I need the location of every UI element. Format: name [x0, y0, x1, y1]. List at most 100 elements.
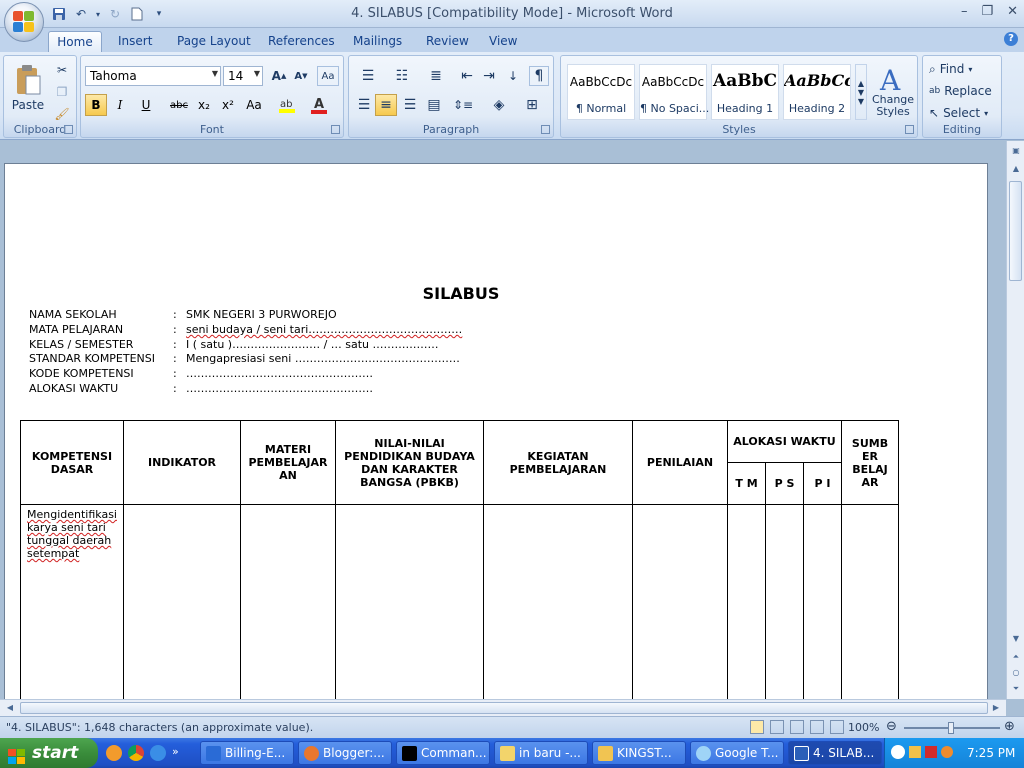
table-cell[interactable]: [803, 504, 842, 699]
underline-button[interactable]: U: [135, 94, 157, 116]
table-cell[interactable]: [240, 504, 336, 699]
font-size-combo[interactable]: 14 ▼: [223, 66, 263, 86]
zoom-level[interactable]: 100%: [848, 721, 879, 734]
header-alokasi-waktu[interactable]: ALOKASI WAKTU: [727, 420, 842, 463]
increase-indent-icon[interactable]: ⇥: [479, 66, 499, 86]
line-spacing-icon[interactable]: ⇕≡: [449, 94, 477, 116]
table-cell[interactable]: [335, 504, 484, 699]
tab-mailings[interactable]: Mailings: [345, 31, 410, 52]
highlight-color-icon[interactable]: ab: [275, 94, 301, 116]
ruler-toggle-icon[interactable]: ▣: [1008, 143, 1024, 159]
tab-insert[interactable]: Insert: [110, 31, 160, 52]
header-sumber-belajar[interactable]: SUMB ER BELAJ AR: [841, 420, 899, 505]
header-nilai-pbkb[interactable]: NILAI-NILAI PENDIDIKAN BUDAYA DAN KARAKT…: [335, 420, 484, 505]
restore-icon[interactable]: ❐: [981, 4, 993, 19]
close-icon[interactable]: ✕: [1007, 4, 1018, 19]
align-center-icon[interactable]: ≡: [375, 94, 397, 116]
table-cell[interactable]: [123, 504, 241, 699]
scroll-up-icon[interactable]: ▲: [1008, 161, 1024, 177]
bullets-icon[interactable]: ☰: [353, 66, 383, 86]
taskbar-item-kingst[interactable]: KINGST...: [592, 741, 686, 765]
clock[interactable]: 7:25 PM: [967, 746, 1015, 760]
header-tm[interactable]: T M: [727, 462, 766, 505]
zoom-slider[interactable]: [904, 722, 1000, 734]
taskbar-item-billing[interactable]: Billing-E...: [200, 741, 294, 765]
bold-button[interactable]: B: [85, 94, 107, 116]
taskbar-item-in-baru[interactable]: in baru -...: [494, 741, 588, 765]
sort-icon[interactable]: ↓: [503, 66, 523, 86]
chevron-right-icon[interactable]: »: [172, 745, 179, 761]
numbering-icon[interactable]: ☷: [387, 66, 417, 86]
style-heading-2[interactable]: AaBbCc Heading 2: [783, 64, 851, 120]
table-cell[interactable]: [841, 504, 899, 699]
tab-page-layout[interactable]: Page Layout: [169, 31, 259, 52]
header-ps[interactable]: P S: [765, 462, 804, 505]
tray-expand-icon[interactable]: [891, 745, 905, 759]
zoom-out-icon[interactable]: ⊖: [886, 719, 897, 734]
superscript-button[interactable]: x²: [217, 94, 239, 116]
vertical-scroll-thumb[interactable]: [1009, 181, 1022, 281]
scroll-left-icon[interactable]: ◀: [2, 700, 18, 716]
change-case-button[interactable]: Aa: [241, 94, 267, 116]
table-cell[interactable]: Mengidentifikasi karya seni tari tunggal…: [20, 504, 124, 699]
table-cell[interactable]: [632, 504, 728, 699]
table-cell[interactable]: [483, 504, 633, 699]
full-screen-reading-icon[interactable]: [770, 720, 784, 734]
font-launcher-icon[interactable]: [331, 125, 340, 134]
styles-launcher-icon[interactable]: [905, 125, 914, 134]
style-heading-1[interactable]: AaBbC Heading 1: [711, 64, 779, 120]
zoom-in-icon[interactable]: ⊕: [1004, 719, 1015, 734]
align-right-icon[interactable]: ☰: [399, 94, 421, 116]
replace-button[interactable]: ab Replace: [929, 82, 992, 100]
outline-icon[interactable]: [810, 720, 824, 734]
next-page-icon[interactable]: ⏷: [1008, 681, 1024, 697]
minimize-icon[interactable]: –: [961, 4, 968, 19]
copy-icon[interactable]: ❐: [54, 84, 70, 100]
taskbar-item-command[interactable]: Comman...: [396, 741, 490, 765]
subscript-button[interactable]: x₂: [193, 94, 215, 116]
draft-icon[interactable]: [830, 720, 844, 734]
format-painter-icon[interactable]: 🖌: [54, 106, 70, 122]
horizontal-scroll-thumb[interactable]: [20, 702, 988, 714]
header-kompetensi-dasar[interactable]: KOMPETENSI DASAR: [20, 420, 124, 505]
ie-icon[interactable]: [150, 745, 166, 761]
align-left-icon[interactable]: ☰: [353, 94, 375, 116]
decrease-indent-icon[interactable]: ⇤: [457, 66, 477, 86]
tab-view[interactable]: View: [481, 31, 525, 52]
scroll-right-icon[interactable]: ▶: [988, 700, 1004, 716]
header-kegiatan[interactable]: KEGIATAN PEMBELAJARAN: [483, 420, 633, 505]
taskbar-item-google-talk[interactable]: Google T...: [690, 741, 784, 765]
chrome-icon[interactable]: [128, 745, 144, 761]
firefox-icon[interactable]: [106, 745, 122, 761]
show-marks-icon[interactable]: ¶: [529, 66, 549, 86]
clear-formatting-icon[interactable]: Aa: [317, 66, 339, 86]
header-penilaian[interactable]: PENILAIAN: [632, 420, 728, 505]
change-styles-button[interactable]: A Change Styles: [871, 60, 915, 122]
justify-icon[interactable]: ▤: [423, 94, 445, 116]
tab-review[interactable]: Review: [418, 31, 477, 52]
horizontal-scrollbar[interactable]: ◀ ▶: [0, 699, 1006, 716]
strikethrough-button[interactable]: abc: [167, 94, 191, 116]
zoom-slider-thumb[interactable]: [948, 722, 954, 734]
office-button[interactable]: [4, 2, 44, 42]
document-page[interactable]: SILABUS NAMA SEKOLAH : SMK NEGERI 3 PURW…: [4, 163, 988, 699]
antivirus-icon[interactable]: [925, 746, 937, 758]
messenger-icon[interactable]: [941, 746, 953, 758]
web-layout-icon[interactable]: [790, 720, 804, 734]
tray-app-icon[interactable]: [909, 746, 921, 758]
shrink-font-icon[interactable]: A ▼: [291, 66, 311, 86]
start-button[interactable]: start: [0, 738, 98, 768]
shading-icon[interactable]: ◈: [485, 94, 513, 116]
italic-button[interactable]: I: [109, 94, 131, 116]
header-pi[interactable]: P I: [803, 462, 842, 505]
cut-icon[interactable]: ✂: [54, 62, 70, 78]
grow-font-icon[interactable]: A ▲: [269, 66, 289, 86]
header-materi[interactable]: MATERI PEMBELAJAR AN: [240, 420, 336, 505]
header-indikator[interactable]: INDIKATOR: [123, 420, 241, 505]
font-color-icon[interactable]: A: [307, 94, 333, 116]
multilevel-list-icon[interactable]: ≣: [421, 66, 451, 86]
borders-icon[interactable]: ⊞: [517, 94, 547, 116]
help-icon[interactable]: ?: [1004, 32, 1018, 46]
select-button[interactable]: ↖ Select ▾: [929, 104, 988, 122]
styles-scroll[interactable]: ▲ ▼ ▼: [855, 64, 867, 120]
